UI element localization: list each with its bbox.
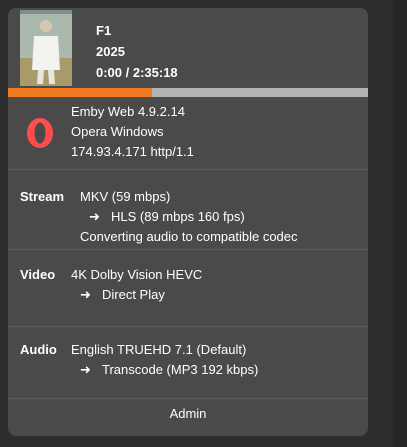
video-section: Video 4K Dolby Vision HEVC ➜ Direct Play [8,249,368,327]
video-label: Video [20,267,56,282]
video-method: Direct Play [102,287,165,302]
stream-section: Stream MKV (59 mbps) ➜ HLS (89 mbps 160 f… [8,169,368,250]
audio-track: English TRUEHD 7.1 (Default) [71,342,247,357]
audio-values: English TRUEHD 7.1 (Default) ➜ Transcode … [71,340,258,380]
client-device: Opera Windows [71,124,164,139]
stream-target: HLS (89 mbps 160 fps) [111,209,245,224]
stream-label: Stream [20,189,65,204]
user-name: Admin [169,406,207,421]
media-info: F1 2025 0:00 / 2:35:18 [96,20,178,83]
media-year: 2025 [96,44,125,59]
audio-method: Transcode (MP3 192 kbps) [102,362,259,377]
stream-container: MKV (59 mbps) [80,189,171,204]
client-address: 174.93.4.171 http/1.1 [71,144,194,159]
poster-figure-image [20,10,72,86]
now-playing-header: F1 2025 0:00 / 2:35:18 [8,8,368,88]
session-card: F1 2025 0:00 / 2:35:18 Emby Web 4.9.2.14… [8,8,368,436]
scrollbar-track[interactable] [393,0,407,447]
stream-reason: Converting audio to compatible codec [80,229,298,244]
media-title: F1 [96,23,112,38]
audio-method-line: ➜ Transcode (MP3 192 kbps) [71,360,258,380]
stream-values: MKV (59 mbps) ➜ HLS (89 mbps 160 fps) Con… [80,187,298,247]
audio-section: Audio English TRUEHD 7.1 (Default) ➜ Tran… [8,326,368,399]
audio-label: Audio [20,342,57,357]
client-app: Emby Web 4.9.2.14 [71,104,185,119]
video-values: 4K Dolby Vision HEVC ➜ Direct Play [71,265,202,305]
client-info-section: Emby Web 4.9.2.14 Opera Windows 174.93.4… [8,97,368,169]
video-format: 4K Dolby Vision HEVC [71,267,203,282]
playback-progress-bar[interactable] [8,88,368,97]
movie-poster[interactable] [20,10,72,86]
session-user[interactable]: Admin [8,398,368,436]
playback-progress-fill [8,88,152,97]
arrow-right-icon: ➜ [80,362,91,377]
client-details: Emby Web 4.9.2.14 Opera Windows 174.93.4… [71,102,194,162]
opera-logo-icon [27,118,53,148]
arrow-right-icon: ➜ [89,209,100,224]
playback-position: 0:00 / 2:35:18 [96,65,178,80]
video-method-line: ➜ Direct Play [71,285,202,305]
stream-transcode-line: ➜ HLS (89 mbps 160 fps) [80,207,298,227]
page: F1 2025 0:00 / 2:35:18 Emby Web 4.9.2.14… [0,0,407,447]
arrow-right-icon: ➜ [80,287,91,302]
